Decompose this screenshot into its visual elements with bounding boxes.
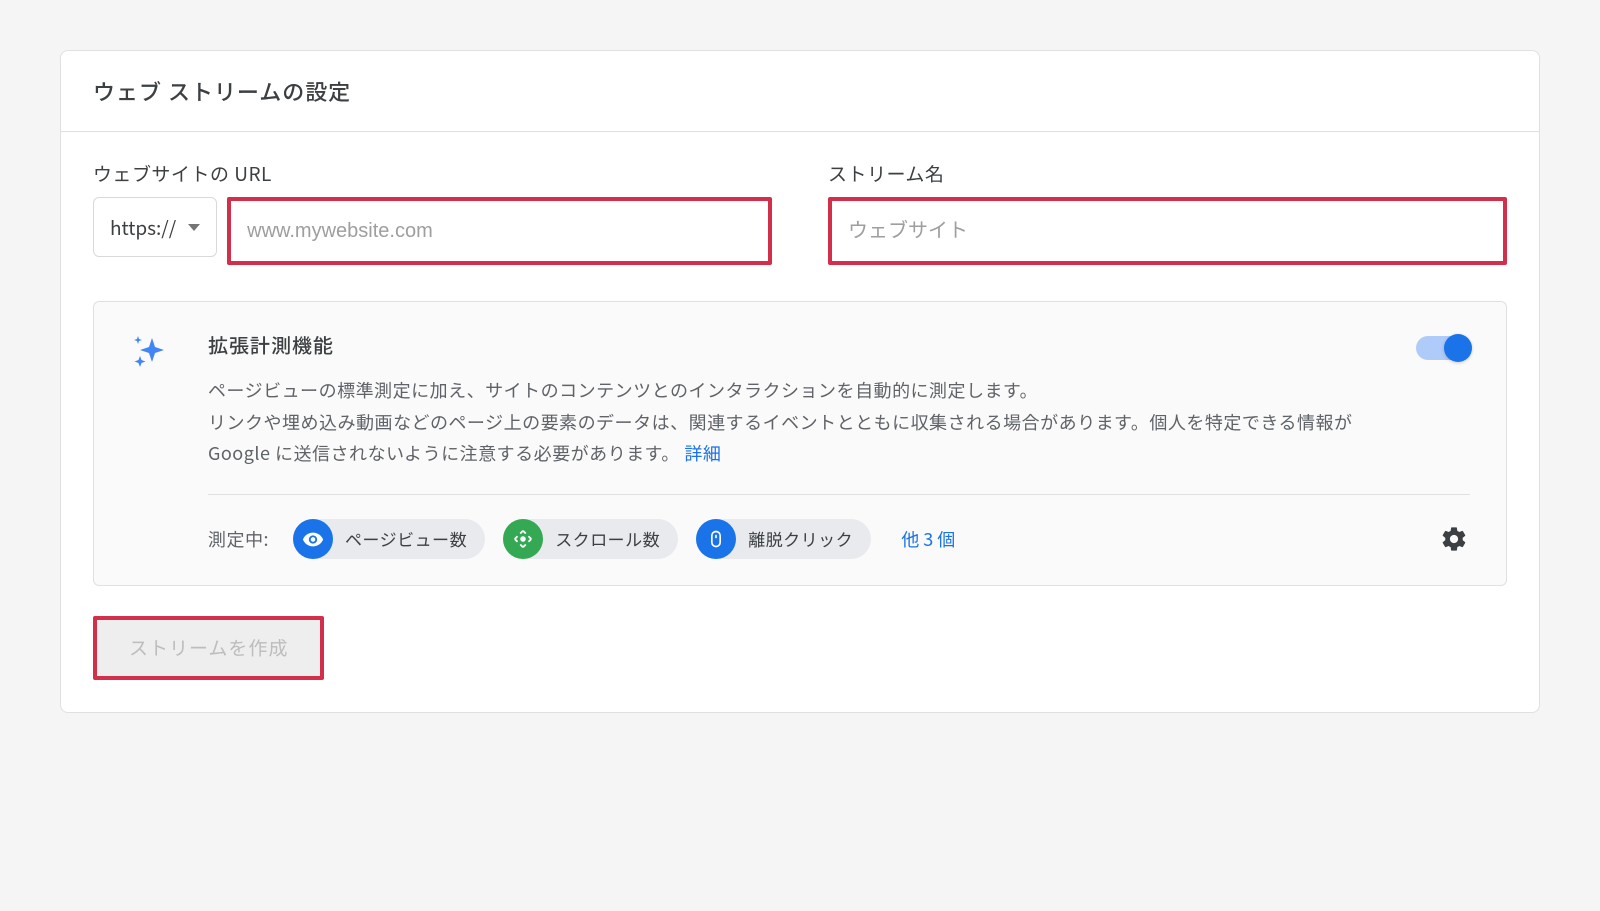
field-group-url: ウェブサイトの URL https:// — [93, 160, 772, 265]
url-input-highlight — [227, 197, 772, 265]
enhanced-desc-line1: ページビューの標準測定に加え、サイトのコンテンツとのインタラクションを自動的に測… — [208, 377, 1038, 403]
settings-gear-button[interactable] — [1438, 523, 1470, 555]
url-input[interactable] — [231, 201, 768, 261]
divider — [208, 494, 1470, 495]
create-button-highlight: ストリームを作成 — [93, 616, 324, 680]
details-link[interactable]: 詳細 — [684, 440, 721, 466]
chip-label: 離脱クリック — [748, 526, 853, 551]
enhanced-measurement-box: 拡張計測機能 ページビューの標準測定に加え、サイトのコンテンツとのインタラクショ… — [93, 301, 1507, 586]
url-label: ウェブサイトの URL — [93, 160, 772, 187]
enhanced-description: ページビューの標準測定に加え、サイトのコンテンツとのインタラクションを自動的に測… — [208, 375, 1392, 470]
scroll-icon — [503, 519, 543, 559]
enhanced-title: 拡張計測機能 — [208, 330, 1392, 359]
chip-outbound: 離脱クリック — [696, 519, 871, 559]
stream-name-input[interactable] — [832, 201, 1503, 261]
chip-pageviews: ページビュー数 — [293, 519, 485, 559]
card-title: ウェブ ストリームの設定 — [93, 75, 1507, 107]
url-input-wrap: https:// — [93, 197, 772, 265]
chip-label: ページビュー数 — [345, 526, 467, 551]
more-events-link[interactable]: 他 3 個 — [901, 526, 955, 552]
enhanced-content: 拡張計測機能 ページビューの標準測定に加え、サイトのコンテンツとのインタラクショ… — [208, 330, 1392, 470]
toggle-knob — [1444, 334, 1472, 362]
protocol-select[interactable]: https:// — [93, 197, 217, 257]
chevron-down-icon — [188, 224, 200, 231]
enhanced-toggle[interactable] — [1416, 336, 1470, 360]
web-stream-setup-card: ウェブ ストリームの設定 ウェブサイトの URL https:// ストリーム名 — [60, 50, 1540, 713]
measuring-row: 測定中: ページビュー数 — [208, 519, 1470, 559]
form-row: ウェブサイトの URL https:// ストリーム名 — [93, 160, 1507, 265]
card-body: ウェブサイトの URL https:// ストリーム名 — [61, 132, 1539, 712]
card-header: ウェブ ストリームの設定 — [61, 51, 1539, 132]
eye-icon — [293, 519, 333, 559]
stream-name-label: ストリーム名 — [828, 160, 1507, 187]
field-group-name: ストリーム名 — [828, 160, 1507, 265]
protocol-value: https:// — [110, 214, 176, 241]
create-stream-button[interactable]: ストリームを作成 — [97, 620, 320, 676]
sparkle-icon — [130, 332, 170, 372]
chip-row: ページビュー数 スクロール数 — [293, 519, 955, 559]
name-input-highlight — [828, 197, 1507, 265]
measuring-label: 測定中: — [208, 526, 269, 552]
gear-icon — [1440, 525, 1468, 553]
chip-label: スクロール数 — [555, 526, 660, 551]
chip-scrolls: スクロール数 — [503, 519, 678, 559]
mouse-icon — [696, 519, 736, 559]
enhanced-desc-line2: リンクや埋め込み動画などのページ上の要素のデータは、関連するイベントとともに収集… — [208, 409, 1352, 467]
enhanced-top-row: 拡張計測機能 ページビューの標準測定に加え、サイトのコンテンツとのインタラクショ… — [130, 330, 1470, 470]
